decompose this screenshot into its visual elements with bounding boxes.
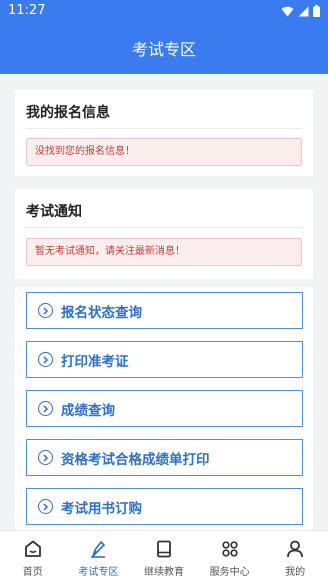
tab-label: 首页 [22, 567, 43, 578]
signal-icon [298, 6, 309, 16]
chevron-right-icon [38, 401, 53, 416]
grid-icon [221, 541, 238, 557]
status-icons [281, 5, 320, 17]
menu-label: 考试用书订购 [61, 500, 142, 517]
app-header: 11:27 考试专区 [0, 0, 328, 74]
wifi-icon [281, 6, 294, 16]
tab-label: 考试专区 [78, 567, 119, 578]
tab-home[interactable]: 首页 [0, 531, 66, 584]
page-title: 考试专区 [131, 40, 196, 59]
tab-label: 服务中心 [209, 567, 250, 578]
person-icon [287, 540, 304, 558]
notice-card: 考试通知 暂无考试通知，请关注最新消息！ [15, 189, 313, 279]
battery-icon [313, 5, 320, 17]
tab-exam-zone[interactable]: 考试专区 [66, 531, 132, 584]
divider [26, 128, 302, 129]
home-icon [24, 540, 41, 557]
tab-mine[interactable]: 我的 [262, 531, 328, 584]
menu-label: 打印准考证 [61, 353, 129, 370]
print-admission-ticket-button[interactable]: 打印准考证 [26, 341, 303, 378]
registration-alert: 没找到您的报名信息！ [26, 138, 302, 166]
book-icon [157, 540, 171, 558]
menu-label: 报名状态查询 [61, 304, 142, 321]
registration-card: 我的报名信息 没找到您的报名信息！ [15, 90, 313, 176]
certificate-print-button[interactable]: 资格考试合格成绩单打印 [26, 439, 303, 476]
menu-label: 资格考试合格成绩单打印 [61, 451, 210, 468]
tab-service-center[interactable]: 服务中心 [197, 531, 263, 584]
book-order-button[interactable]: 考试用书订购 [26, 488, 303, 525]
menu-label: 成绩查询 [61, 402, 115, 419]
pen-icon [91, 541, 106, 558]
notice-card-title: 考试通知 [26, 204, 82, 220]
chevron-right-icon [38, 303, 53, 318]
tab-label: 我的 [285, 567, 306, 578]
score-query-button[interactable]: 成绩查询 [26, 390, 303, 427]
notice-alert: 暂无考试通知，请关注最新消息！ [26, 238, 302, 266]
chevron-right-icon [38, 450, 53, 465]
tab-continuing-education[interactable]: 继续教育 [131, 531, 197, 584]
status-time: 11:27 [8, 3, 46, 18]
divider [26, 227, 302, 228]
chevron-right-icon [38, 352, 53, 367]
registration-status-query-button[interactable]: 报名状态查询 [26, 292, 303, 329]
status-bar: 11:27 [0, 0, 328, 24]
chevron-right-icon [38, 499, 53, 514]
registration-card-title: 我的报名信息 [26, 105, 110, 121]
bottom-tab-bar: 首页 考试专区 继续教育 服务中心 我的 [0, 530, 328, 584]
tab-label: 继续教育 [143, 567, 184, 578]
